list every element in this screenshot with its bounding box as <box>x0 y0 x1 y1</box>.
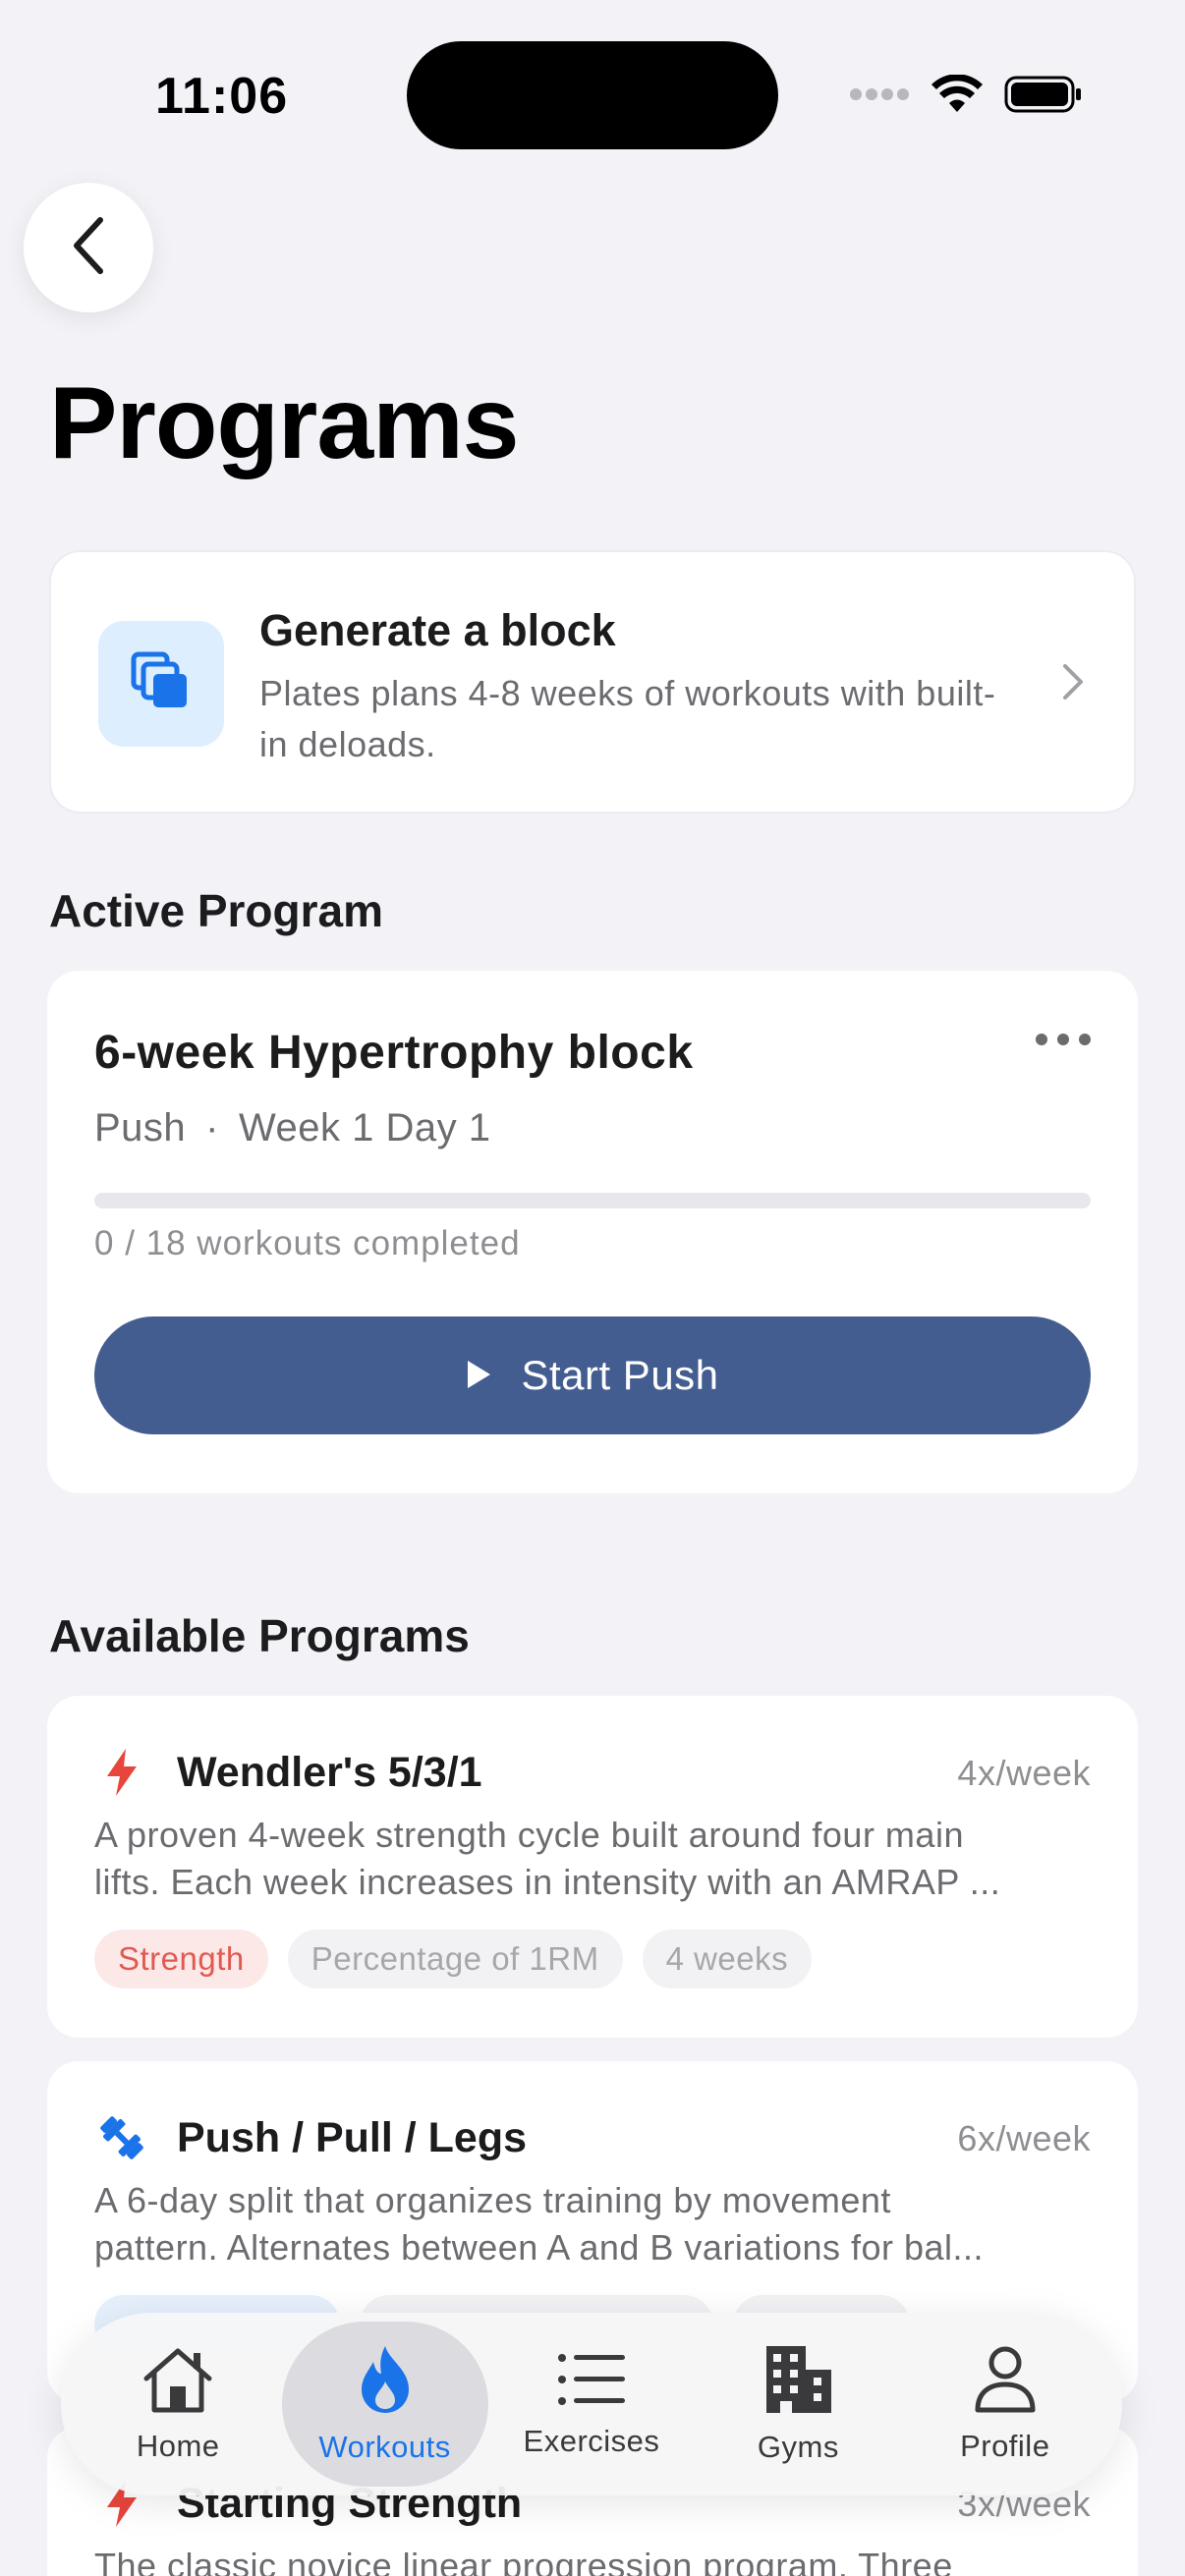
tab-home[interactable]: Home <box>75 2322 281 2487</box>
program-description: The classic novice linear progression pr… <box>94 2543 1097 2576</box>
generate-description: Plates plans 4-8 weeks of workouts with … <box>259 673 996 764</box>
status-bar: 11:06 <box>0 0 1185 196</box>
program-description-line: pattern. Alternates between A and B vari… <box>94 2227 985 2268</box>
tab-label: Workouts <box>318 2429 451 2464</box>
tab-profile[interactable]: Profile <box>902 2322 1108 2487</box>
dynamic-island <box>407 41 778 149</box>
active-program-name: 6-week Hypertrophy block <box>94 1027 694 1079</box>
battery-icon <box>1004 75 1083 119</box>
tab-label: Profile <box>960 2428 1050 2463</box>
person-icon <box>974 2345 1037 2419</box>
separator-dot: · <box>205 1106 219 1149</box>
progress-bar <box>94 1193 1091 1208</box>
back-button[interactable] <box>24 183 153 312</box>
program-tags: Strength Percentage of 1RM 4 weeks <box>94 1930 813 1988</box>
tag-category: Strength <box>94 1930 268 1988</box>
tab-exercises[interactable]: Exercises <box>488 2322 695 2487</box>
dumbbell-icon <box>94 2110 149 2165</box>
program-card-wendler[interactable]: Wendler's 5/3/1 4x/week A proven 4-week … <box>47 1696 1138 2038</box>
program-name: Push / Pull / Legs <box>177 2114 528 2161</box>
status-time: 11:06 <box>155 68 289 125</box>
house-icon <box>141 2345 215 2419</box>
tab-workouts[interactable]: Workouts <box>281 2322 488 2487</box>
start-workout-button[interactable]: Start Push <box>94 1316 1091 1434</box>
play-icon <box>466 1352 491 1399</box>
tab-bar: Home Workouts Exercises Gyms Profile <box>61 2313 1122 2495</box>
program-description-line: A 6-day split that organizes training by… <box>94 2180 891 2220</box>
page-title: Programs <box>49 366 520 480</box>
program-description: A proven 4-week strength cycle built aro… <box>94 1812 1097 1906</box>
active-program-card[interactable]: 6-week Hypertrophy block Push · Week 1 Day… <box>47 971 1138 1493</box>
tab-label: Gyms <box>757 2429 839 2464</box>
bolt-icon <box>94 1745 149 1800</box>
tab-label: Exercises <box>523 2423 660 2458</box>
copy-stack-icon <box>130 650 193 718</box>
building-icon <box>762 2344 833 2420</box>
program-frequency: 4x/week <box>957 1753 1091 1793</box>
start-workout-label: Start Push <box>521 1352 719 1398</box>
tab-label: Home <box>136 2428 220 2463</box>
active-program-schedule: Week 1 Day 1 <box>239 1106 491 1149</box>
chevron-left-icon <box>69 214 108 282</box>
program-description: A 6-day split that organizes training by… <box>94 2177 1097 2271</box>
program-description-line: lifts. Each week increases in intensity … <box>94 1862 1001 1902</box>
generate-title: Generate a block <box>259 605 616 655</box>
wifi-icon <box>931 74 983 119</box>
status-icons <box>849 74 1083 119</box>
list-icon <box>556 2350 627 2414</box>
generate-icon-container <box>98 621 224 747</box>
program-description-line: The classic novice linear progression pr… <box>94 2546 953 2576</box>
active-program-workout: Push <box>94 1106 187 1149</box>
tag-duration: 4 weeks <box>642 1930 813 1988</box>
active-program-heading: Active Program <box>49 885 384 936</box>
chevron-right-icon <box>1059 660 1087 708</box>
cellular-signal-icon <box>849 87 910 106</box>
flame-icon <box>356 2344 415 2420</box>
generate-block-card[interactable]: Generate a block Plates plans 4-8 weeks … <box>49 550 1136 813</box>
available-programs-heading: Available Programs <box>49 1610 470 1661</box>
progress-text: 0 / 18 workouts completed <box>94 1224 521 1262</box>
program-name: Wendler's 5/3/1 <box>177 1749 482 1796</box>
program-description-line: A proven 4-week strength cycle built aro… <box>94 1815 964 1855</box>
tab-gyms[interactable]: Gyms <box>695 2322 901 2487</box>
program-frequency: 6x/week <box>957 2118 1091 2158</box>
active-program-subtitle: Push · Week 1 Day 1 <box>94 1106 491 1150</box>
more-options-icon[interactable] <box>1036 1034 1091 1045</box>
tag-method: Percentage of 1RM <box>287 1930 623 1988</box>
